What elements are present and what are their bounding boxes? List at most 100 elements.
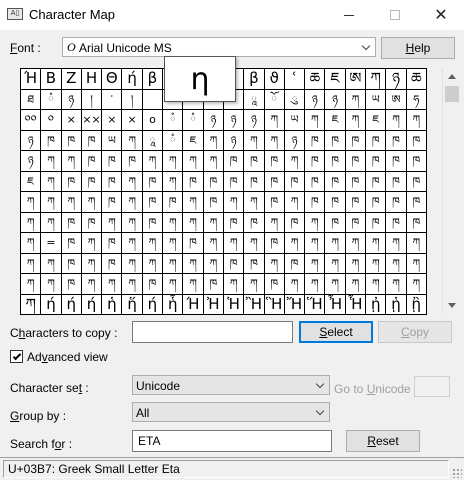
character-cell[interactable]: ཁ [244, 212, 265, 233]
character-cell[interactable]: ཉ [203, 110, 224, 131]
character-cell[interactable]: ཱ [142, 130, 164, 151]
character-cell[interactable]: ཀ [203, 253, 224, 274]
character-cell[interactable]: ཀ [406, 110, 427, 131]
character-cell[interactable]: Ἧ [345, 294, 367, 315]
character-cell[interactable]: ཁ [142, 192, 164, 213]
character-cell[interactable]: Η [81, 69, 103, 90]
character-cell[interactable]: ཀ [284, 233, 306, 254]
character-cell[interactable]: ཆ [406, 69, 427, 90]
character-cell[interactable]: ཀ [223, 192, 245, 213]
character-cell[interactable]: ཀ [163, 233, 184, 254]
character-cell[interactable]: ཀ [386, 233, 407, 254]
copy-button[interactable]: Copy [378, 321, 452, 343]
character-cell[interactable]: ཀ [345, 233, 367, 254]
character-cell[interactable]: ཀ [142, 233, 164, 254]
character-cell[interactable]: ཉ [223, 110, 245, 131]
character-cell[interactable]: ཁ [386, 192, 407, 213]
character-cell[interactable]: ཾ [41, 89, 62, 110]
character-cell[interactable]: ཀ [41, 151, 62, 172]
character-cell[interactable]: ἡ [102, 294, 123, 315]
character-cell[interactable]: ཁ [345, 192, 367, 213]
character-cell[interactable]: ᾑ [386, 294, 407, 315]
resize-grip-icon[interactable] [452, 468, 462, 478]
character-cell[interactable]: ཀ [183, 192, 204, 213]
character-cell[interactable]: ཁ [102, 253, 123, 274]
scroll-down-button[interactable] [443, 297, 461, 314]
character-cell[interactable]: ཁ [325, 192, 346, 213]
character-cell[interactable]: ཁ [223, 253, 245, 274]
character-cell[interactable]: ཀ [325, 233, 346, 254]
character-cell[interactable]: ཁ [203, 171, 224, 192]
character-cell[interactable]: ཀ [345, 253, 367, 274]
character-cell[interactable]: ཁ [345, 212, 367, 233]
character-cell[interactable]: β [142, 69, 164, 90]
minimize-button[interactable] [326, 0, 372, 30]
character-cell[interactable]: ཁ [81, 171, 103, 192]
character-cell[interactable]: ཀ [81, 274, 103, 295]
reset-button[interactable]: Reset [346, 430, 420, 452]
character-cell[interactable]: ཀ [81, 253, 103, 274]
character-cell[interactable]: × [122, 110, 143, 131]
character-cell[interactable]: ཁ [223, 212, 245, 233]
character-cell[interactable]: ༠༠ [21, 110, 42, 131]
character-cell[interactable]: o [142, 110, 164, 131]
character-cell[interactable]: ཁ [244, 151, 265, 172]
character-cell[interactable]: ཀ [284, 151, 306, 172]
character-cell[interactable]: ཁ [305, 171, 326, 192]
character-cell[interactable]: ཀ [122, 171, 143, 192]
character-cell[interactable]: ཁ [163, 192, 184, 213]
character-cell[interactable]: ཇ [21, 171, 42, 192]
character-cell[interactable]: ཁ [325, 212, 346, 233]
character-cell[interactable]: ཁ [61, 212, 82, 233]
character-cell[interactable]: Ἣ [264, 294, 285, 315]
character-cell[interactable]: ཁ [386, 130, 407, 151]
character-cell[interactable]: ཁ [102, 233, 123, 254]
character-cell[interactable]: ཁ [406, 130, 427, 151]
character-cell[interactable]: = [41, 233, 62, 254]
character-cell[interactable]: ཁ [102, 192, 123, 213]
character-cell[interactable]: ཀ [183, 253, 204, 274]
character-cell[interactable]: ή [41, 294, 62, 315]
character-cell[interactable]: ཀ [325, 274, 346, 295]
character-cell[interactable]: ཁ [325, 130, 346, 151]
character-cell[interactable]: ཁ [122, 151, 143, 172]
character-cell[interactable]: ༠ [41, 110, 62, 131]
character-cell[interactable]: Ἥ [305, 294, 326, 315]
character-cell[interactable]: ཉ [244, 110, 265, 131]
character-cell[interactable]: ཁ [223, 151, 245, 172]
character-cell[interactable]: ཀ [406, 233, 427, 254]
character-cell[interactable]: ཡ [284, 110, 306, 131]
character-cell[interactable]: ་ [102, 89, 123, 110]
character-cell[interactable]: ཀ [102, 212, 123, 233]
character-cell[interactable]: ཀ [122, 212, 143, 233]
character-cell[interactable]: ཀ [345, 274, 367, 295]
character-cell[interactable]: ཀ [102, 274, 123, 295]
character-cell[interactable]: ཇ [366, 110, 387, 131]
character-cell[interactable]: ཇ [325, 110, 346, 131]
character-cell[interactable]: ཁ [264, 171, 285, 192]
character-cell[interactable]: ཁ [406, 212, 427, 233]
character-cell[interactable]: ཡ [102, 130, 123, 151]
scroll-up-button[interactable] [443, 68, 461, 85]
character-cell[interactable]: ཀ [244, 130, 265, 151]
character-cell[interactable]: ཁ [325, 151, 346, 172]
character-cell[interactable]: ཁ [345, 151, 367, 172]
character-cell[interactable]: ཁ [61, 130, 82, 151]
character-cell[interactable]: ཀ [142, 151, 164, 172]
character-cell[interactable]: ཉ [61, 89, 82, 110]
grid-scrollbar[interactable] [442, 68, 460, 314]
close-button[interactable]: ✕ [418, 0, 464, 30]
character-cell[interactable]: ཀ [203, 151, 224, 172]
search-input[interactable]: ETA [132, 430, 332, 452]
character-cell[interactable]: ཁ [81, 151, 103, 172]
character-grid[interactable]: Ή Β Ζ Η Θή β β ϑ ʿ ཆ ཇ ཨ ཀ ཉ ཆ ཐཾ ཉ ། ་ །ཱོུ ཉ ཉ ཀ ཡ ཨ ཧ ༠༠ ༠ × ×× × × o… [20, 68, 427, 315]
character-cell[interactable]: ཾ [163, 130, 184, 151]
character-cell[interactable]: ཀ [21, 233, 42, 254]
character-cell[interactable]: ཁ [61, 253, 82, 274]
character-cell[interactable]: Ἦ [325, 294, 346, 315]
character-cell[interactable]: ཀ [406, 253, 427, 274]
character-cell[interactable]: Ζ [61, 69, 82, 90]
character-cell[interactable]: ཀ [305, 274, 326, 295]
character-cell[interactable]: ཉ [386, 69, 407, 90]
character-cell[interactable]: ཀ [41, 171, 62, 192]
